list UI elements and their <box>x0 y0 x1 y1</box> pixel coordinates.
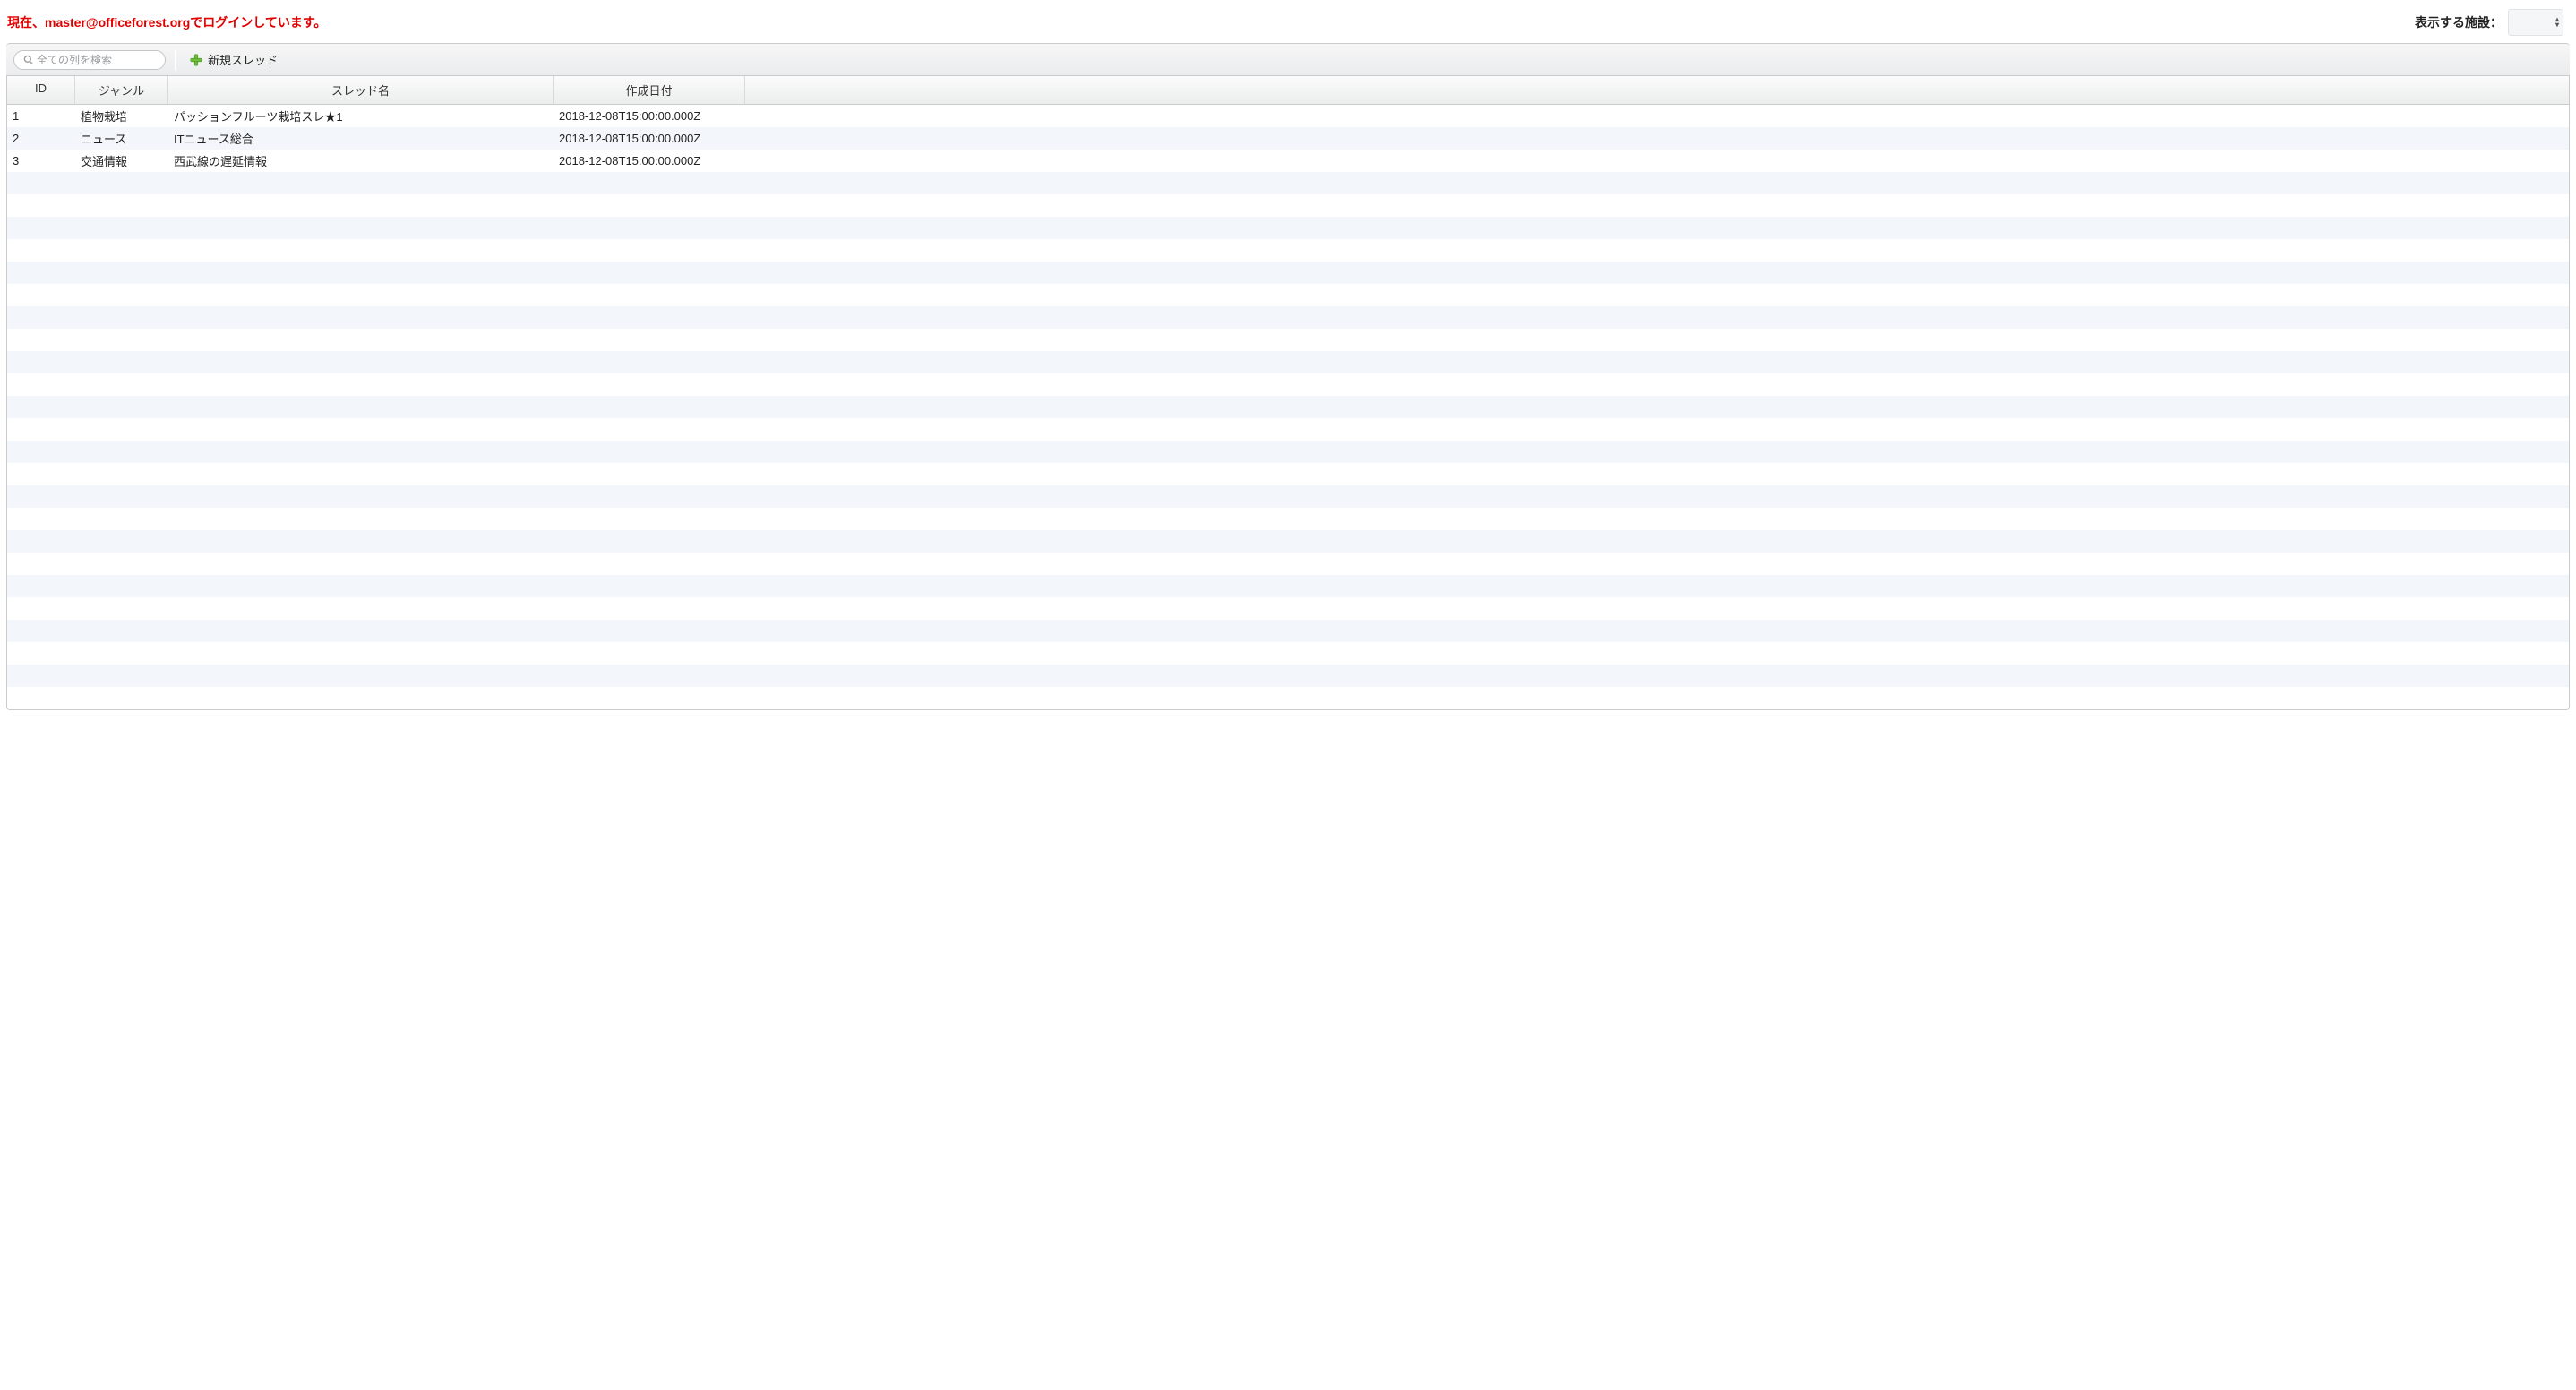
spinner-icon: ▴▾ <box>2555 17 2559 28</box>
table-row-empty <box>7 329 2569 351</box>
login-status-message: 現在、master@officeforest.orgでログインしています。 <box>7 13 326 31</box>
table-row[interactable]: 2ニュースITニュース総合2018-12-08T15:00:00.000Z <box>7 127 2569 150</box>
table-row-empty <box>7 575 2569 597</box>
col-header-spacer <box>745 76 2569 104</box>
table-row-empty <box>7 665 2569 687</box>
plus-icon <box>190 54 202 66</box>
table-row-empty <box>7 284 2569 306</box>
cell-id: 3 <box>7 154 75 167</box>
col-header-genre[interactable]: ジャンル <box>75 76 168 104</box>
new-thread-label: 新規スレッド <box>208 51 278 68</box>
thread-grid: ID ジャンル スレッド名 作成日付 1植物栽培パッションフルーツ栽培スレ★12… <box>6 76 2570 710</box>
grid-toolbar: 新規スレッド <box>6 43 2570 76</box>
cell-genre: 植物栽培 <box>75 107 168 124</box>
cell-genre: ニュース <box>75 130 168 147</box>
new-thread-button[interactable]: 新規スレッド <box>185 49 283 70</box>
table-row-empty <box>7 642 2569 665</box>
table-row-empty <box>7 306 2569 329</box>
cell-date: 2018-12-08T15:00:00.000Z <box>554 109 745 123</box>
table-row-empty <box>7 172 2569 194</box>
table-row-empty <box>7 485 2569 508</box>
table-row-empty <box>7 620 2569 642</box>
table-row-empty <box>7 351 2569 373</box>
cell-date: 2018-12-08T15:00:00.000Z <box>554 132 745 145</box>
search-input[interactable] <box>37 54 156 66</box>
col-header-name[interactable]: スレッド名 <box>168 76 554 104</box>
table-row-empty <box>7 373 2569 396</box>
table-row-empty <box>7 530 2569 553</box>
table-row-empty <box>7 553 2569 575</box>
cell-id: 2 <box>7 132 75 145</box>
facility-filter-label: 表示する施設： <box>2415 13 2503 31</box>
table-row-empty <box>7 441 2569 463</box>
table-row-empty <box>7 194 2569 217</box>
toolbar-separator <box>175 50 176 70</box>
cell-name: パッションフルーツ栽培スレ★1 <box>168 107 554 124</box>
table-row-empty <box>7 396 2569 418</box>
table-row-empty <box>7 418 2569 441</box>
table-row-empty <box>7 463 2569 485</box>
page-header: 現在、master@officeforest.orgでログインしています。 表示… <box>0 0 2576 43</box>
table-row-empty <box>7 262 2569 284</box>
cell-name: ITニュース総合 <box>168 130 554 147</box>
table-row-empty <box>7 239 2569 262</box>
cell-genre: 交通情報 <box>75 152 168 169</box>
facility-select[interactable]: ▴▾ <box>2508 9 2563 36</box>
facility-filter: 表示する施設： ▴▾ <box>2415 9 2563 36</box>
table-row-empty <box>7 508 2569 530</box>
cell-id: 1 <box>7 109 75 123</box>
table-row[interactable]: 3交通情報西武線の遅延情報2018-12-08T15:00:00.000Z <box>7 150 2569 172</box>
col-header-date[interactable]: 作成日付 <box>554 76 745 104</box>
table-row[interactable]: 1植物栽培パッションフルーツ栽培スレ★12018-12-08T15:00:00.… <box>7 105 2569 127</box>
table-row-empty <box>7 687 2569 709</box>
grid-header-row: ID ジャンル スレッド名 作成日付 <box>7 76 2569 105</box>
table-row-empty <box>7 597 2569 620</box>
search-icon <box>23 55 33 64</box>
cell-name: 西武線の遅延情報 <box>168 152 554 169</box>
cell-date: 2018-12-08T15:00:00.000Z <box>554 154 745 167</box>
grid-body: 1植物栽培パッションフルーツ栽培スレ★12018-12-08T15:00:00.… <box>7 105 2569 709</box>
table-row-empty <box>7 217 2569 239</box>
search-box[interactable] <box>13 50 166 70</box>
col-header-id[interactable]: ID <box>7 76 75 104</box>
